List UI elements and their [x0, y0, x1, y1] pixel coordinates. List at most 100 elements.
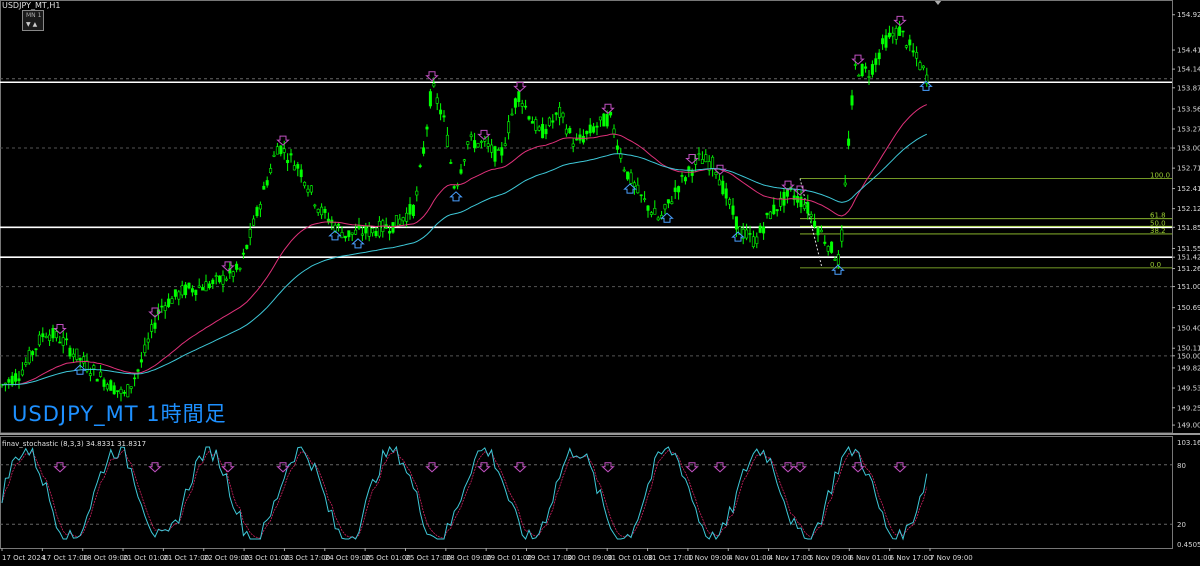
time-tick-label: 7 Nov 09:00: [930, 554, 973, 562]
candle-body: [459, 169, 463, 174]
candle-body: [105, 384, 109, 390]
candle-body: [265, 180, 269, 186]
candle-body: [575, 138, 579, 141]
price-tick-label: 151.856: [1177, 224, 1200, 232]
candle-body: [197, 285, 201, 288]
candle-body: [51, 328, 55, 339]
candle-body: [537, 126, 541, 131]
candle-body: [337, 223, 341, 226]
candle-body: [813, 220, 817, 228]
candle-body: [466, 141, 470, 145]
candle-body: [503, 143, 507, 146]
stoch-sell-arrow-icon: [793, 462, 807, 473]
candle-body: [612, 128, 616, 135]
candle-body: [728, 199, 732, 205]
candle-body: [411, 204, 415, 216]
time-tick-label: 17 Oct 17:00: [42, 554, 88, 562]
candle-body: [153, 322, 157, 329]
price-tick-label: 149.825: [1177, 364, 1200, 372]
candle-body: [194, 289, 198, 296]
candle-body: [415, 190, 419, 196]
candle-body: [843, 182, 847, 186]
candle-body: [558, 106, 562, 118]
candle-body: [734, 216, 738, 230]
candle-body: [840, 229, 844, 242]
time-tick-label: 1 Nov 09:00: [688, 554, 731, 562]
candle-body: [122, 391, 126, 394]
candle-body: [143, 344, 147, 354]
buy-arrow-icon: [449, 191, 463, 202]
candle-body: [585, 130, 589, 135]
candle-body: [870, 64, 874, 75]
price-tick-label: 152.125: [1177, 205, 1200, 213]
candle-body: [136, 369, 140, 372]
candle-body: [860, 63, 864, 77]
candle-body: [762, 226, 766, 234]
candle-body: [44, 336, 48, 338]
candle-body: [877, 52, 881, 60]
candle-body: [316, 208, 320, 213]
candle-body: [367, 226, 371, 237]
time-tick-label: 31 Oct 01:00: [607, 554, 653, 562]
candle-body: [894, 28, 898, 40]
time-tick-label: 25 Oct 01:00: [365, 554, 411, 562]
candle-body: [102, 379, 106, 387]
candle-body: [408, 204, 412, 215]
candle-body: [772, 204, 776, 215]
candle-body: [68, 347, 72, 357]
price-tick-label: 154.140: [1177, 66, 1200, 74]
candle-body: [534, 119, 538, 131]
candle-body: [37, 334, 41, 346]
candle-body: [649, 212, 653, 215]
candle-body: [82, 356, 86, 364]
candle-body: [544, 128, 548, 135]
time-tick-label: 6 Nov 17:00: [890, 554, 933, 562]
candle-body: [513, 98, 517, 108]
candle-body: [561, 112, 565, 118]
candle-body: [626, 171, 630, 180]
candle-body: [160, 305, 164, 308]
time-tick-label: 25 Oct 17:00: [405, 554, 451, 562]
price-tick-label: 152.415: [1177, 185, 1200, 193]
candle-body: [765, 212, 769, 216]
candle-body: [857, 74, 861, 77]
sell-arrow-icon: [276, 135, 290, 146]
candle-body: [721, 180, 725, 195]
indicator-panel-border: [0, 436, 1173, 549]
candle-body: [700, 159, 704, 164]
candle-body: [173, 289, 177, 297]
candle-body: [418, 165, 422, 168]
candle-body: [258, 204, 262, 210]
candle-body: [428, 91, 432, 107]
candle-body: [24, 362, 28, 366]
candle-body: [510, 113, 514, 116]
candle-body: [391, 222, 395, 233]
candle-body: [775, 209, 779, 212]
candle-body: [262, 185, 266, 190]
candle-body: [241, 252, 245, 255]
candle-body: [282, 148, 286, 153]
price-chart[interactable]: 154.925 154.415 154.140 153.870 153.565 153.2…: [0, 0, 1200, 566]
candle-body: [61, 337, 65, 346]
candle-body: [683, 177, 687, 182]
candle-body: [588, 124, 592, 134]
candle-body: [272, 154, 276, 157]
candle-body: [670, 201, 674, 204]
candle-body: [211, 279, 215, 285]
buy-arrow-icon: [351, 238, 365, 249]
candle-body: [745, 229, 749, 239]
candle-body: [377, 220, 381, 237]
candle-body: [405, 212, 409, 222]
candle-body: [847, 138, 851, 146]
candle-body: [20, 369, 24, 376]
candle-body: [874, 58, 878, 65]
candle-body: [333, 224, 337, 232]
candle-body: [819, 229, 823, 233]
price-tick-label: 154.415: [1177, 47, 1200, 55]
price-tick-label: 151.424: [1177, 254, 1200, 262]
candle-body: [547, 117, 551, 126]
time-tick-label: 23 Oct 01:00: [244, 554, 290, 562]
sell-arrow-icon: [851, 54, 865, 65]
candle-body: [755, 236, 759, 244]
candle-body: [911, 50, 915, 53]
